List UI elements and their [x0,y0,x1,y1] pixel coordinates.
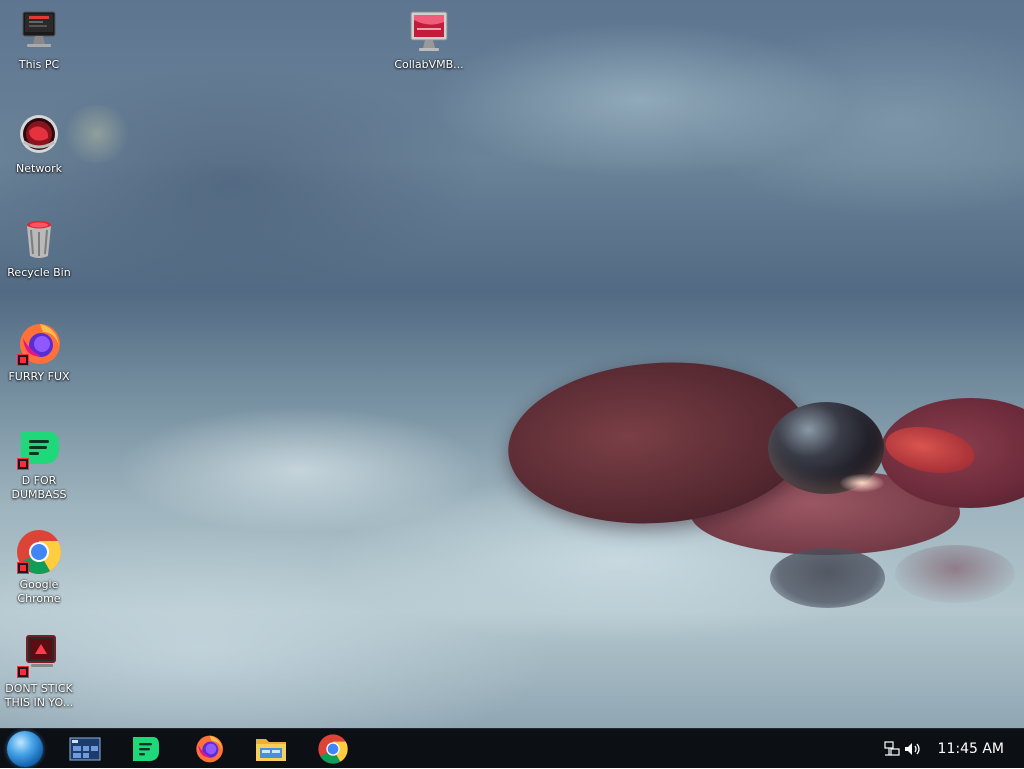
taskbar-messaging-app[interactable] [126,732,166,766]
start-button[interactable] [5,731,45,767]
start-orb-icon [7,731,43,767]
monitor-screen-icon [405,8,453,56]
taskbar: 11:45 AM [0,728,1024,768]
clock-time[interactable]: 11:45 AM [938,729,1004,769]
shortcut-arrow-icon [17,666,29,678]
shortcut-arrow-icon [17,354,29,366]
taskbar-task-view[interactable] [65,732,105,766]
desktop-icon-label: This PC [18,58,60,71]
desktop-icon-label: FURRY FUX [8,370,70,383]
desktop-icon-collabvmb[interactable]: CollabVMB... [391,8,467,72]
firefox-icon [196,735,223,763]
desktop-icon-label: CollabVMB... [394,58,464,71]
taskbar-firefox[interactable] [189,732,229,766]
wallpaper-reflection-right [895,545,1015,603]
computer-monitor-icon [15,8,63,56]
desktop-icon-network[interactable]: Network [1,112,77,176]
desktop-background[interactable]: This PC Network Recycle Bin FURRY FUX D … [0,0,1024,728]
desktop-icon-label: Google Chrome [17,578,61,605]
desktop-icon-d-for-dumbass[interactable]: D FOR DUMBASS [1,424,77,502]
chrome-icon [15,528,63,576]
desktop-icon-label: DONT STICK THIS IN YO... [4,682,74,709]
desktop-icon-furry-fux[interactable]: FURRY FUX [1,320,77,384]
volume-icon[interactable] [904,741,922,757]
messaging-app-icon [133,737,159,761]
shortcut-arrow-icon [17,458,29,470]
desktop-icon-label: D FOR DUMBASS [11,474,67,501]
taskbar-file-explorer[interactable] [251,732,291,766]
file-explorer-icon [256,739,286,761]
shortcut-arrow-icon [17,562,29,574]
task-view-icon [69,737,101,761]
desktop-icon-label: Network [16,162,62,175]
recycle-bin-icon [15,216,63,264]
firefox-icon [15,320,63,368]
taskbar-chrome[interactable] [313,732,353,766]
chrome-icon [318,734,348,764]
desktop-icon-recycle-bin[interactable]: Recycle Bin [1,216,77,280]
wallpaper-droplet-shine [840,474,884,492]
network-status-icon[interactable] [884,741,900,757]
monitor-shortcut-icon [15,632,63,680]
messaging-app-icon [15,424,63,472]
wallpaper-reflection [770,548,885,608]
desktop-icon-google-chrome[interactable]: Google Chrome [1,528,77,606]
desktop-icon-this-pc[interactable]: This PC [1,8,77,72]
desktop-icon-label: Recycle Bin [7,266,71,279]
network-globe-icon [15,112,63,160]
desktop-icon-dont-stick-this[interactable]: DONT STICK THIS IN YO... [1,632,77,710]
